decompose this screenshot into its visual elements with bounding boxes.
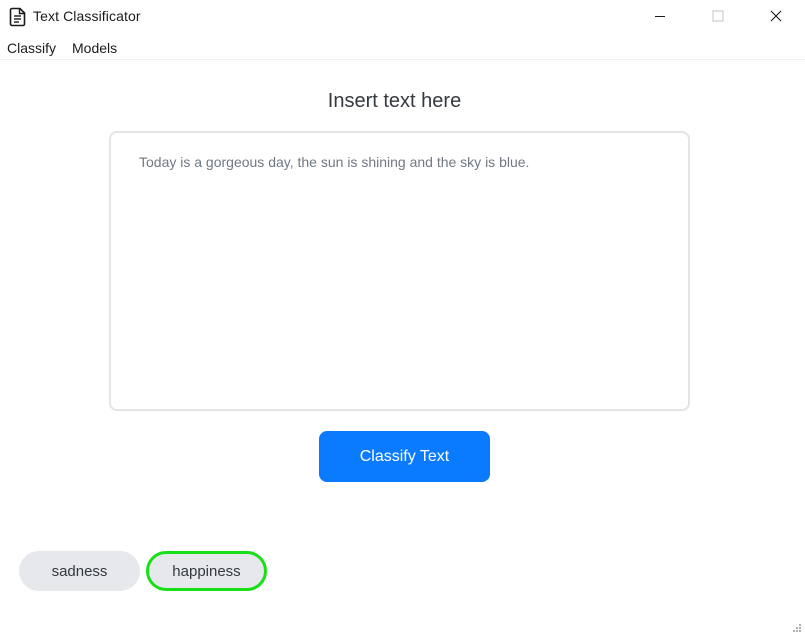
menu-bar: Classify Models <box>0 36 805 60</box>
page-heading: Insert text here <box>327 90 462 112</box>
text-input-value: Today is a gorgeous day, the sun is shin… <box>139 154 530 170</box>
menu-classify[interactable]: Classify <box>7 40 56 56</box>
classify-text-button[interactable]: Classify Text <box>319 431 490 482</box>
menu-models[interactable]: Models <box>72 40 117 56</box>
maximize-button[interactable] <box>695 0 741 32</box>
maximize-icon <box>712 10 724 22</box>
label-chip-sadness: sadness <box>19 551 140 591</box>
label-chip-happiness: happiness <box>146 551 267 591</box>
text-input-area[interactable]: Today is a gorgeous day, the sun is shin… <box>109 131 690 411</box>
minimize-icon <box>655 16 665 17</box>
close-button[interactable] <box>753 0 799 32</box>
title-bar: Text Classificator <box>0 0 805 34</box>
window-title: Text Classificator <box>33 8 141 24</box>
minimize-button[interactable] <box>637 0 683 32</box>
document-icon <box>9 7 26 27</box>
close-icon <box>770 10 782 22</box>
resize-grip-icon[interactable] <box>792 623 802 633</box>
